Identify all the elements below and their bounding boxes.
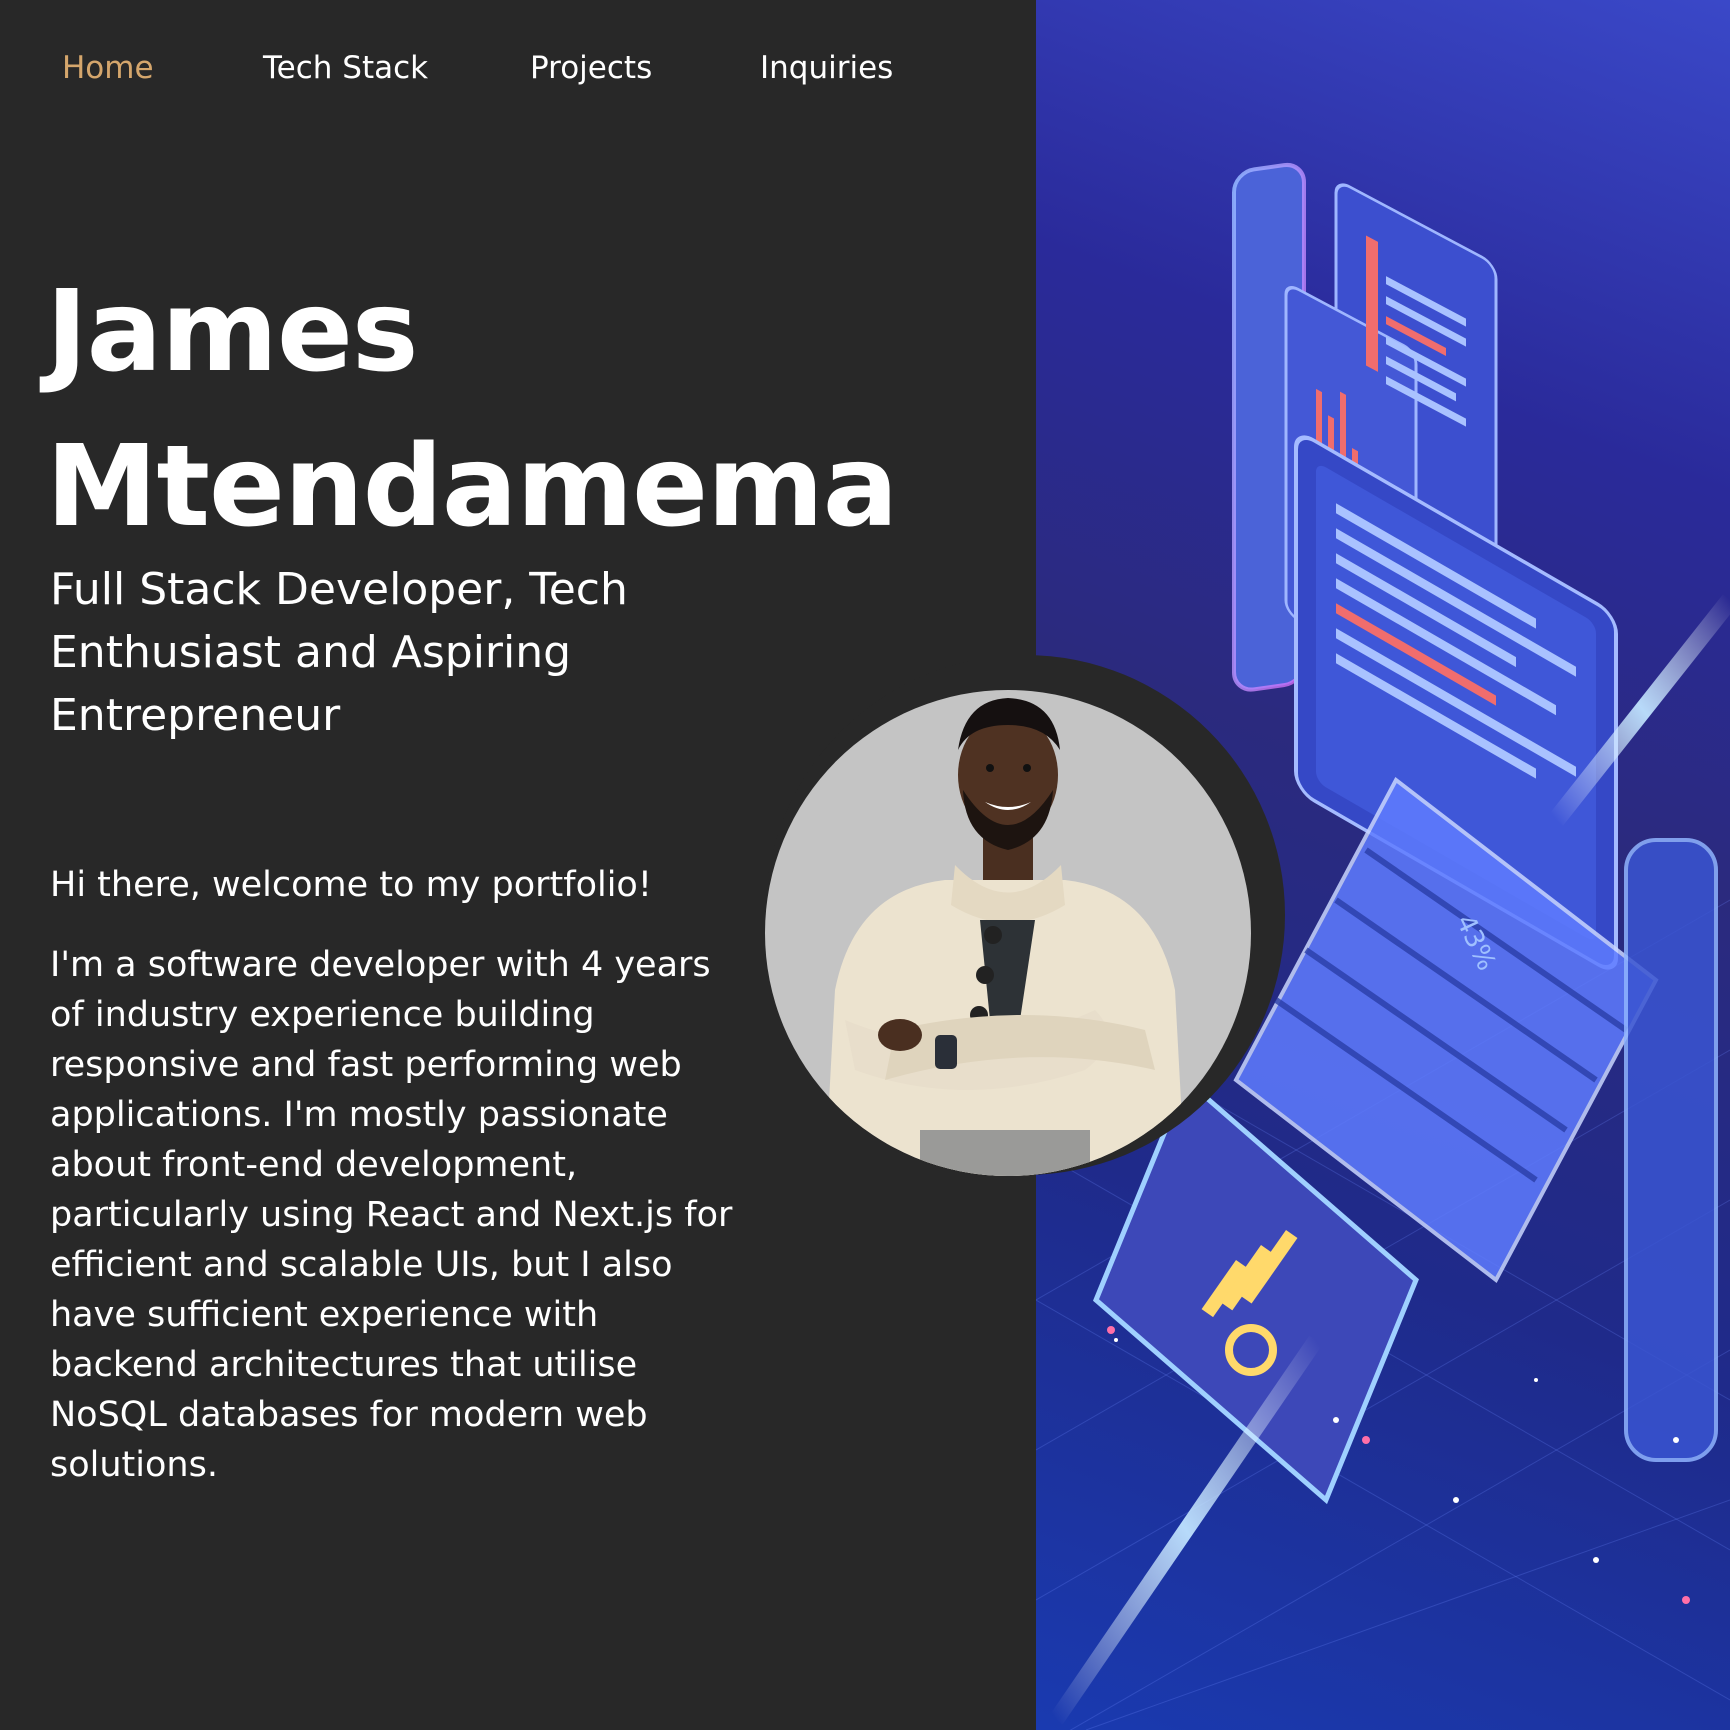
main-nav: Home Tech Stack Projects Inquiries [0,0,1036,140]
nav-projects-link[interactable]: Projects [530,48,652,88]
nav-inquiries-link[interactable]: Inquiries [760,48,893,88]
hero-last-name: Mtendamema [46,422,898,552]
profile-photo [825,698,1185,1176]
greeting-text: Hi there, welcome to my portfolio! [50,865,652,905]
hero-subtitle: Full Stack Developer, Tech Enthusiast an… [50,564,628,741]
avatar [765,690,1251,1176]
hero-name: James Mtendamema [46,255,898,565]
hero-first-name: James [46,267,419,397]
bio-paragraph: I'm a software developer with 4 years of… [50,945,733,1485]
nav-tech-stack-link[interactable]: Tech Stack [263,48,428,88]
portfolio-page: Home Tech Stack Projects Inquiries James… [0,0,1730,1730]
nav-home-link[interactable]: Home [62,48,154,88]
